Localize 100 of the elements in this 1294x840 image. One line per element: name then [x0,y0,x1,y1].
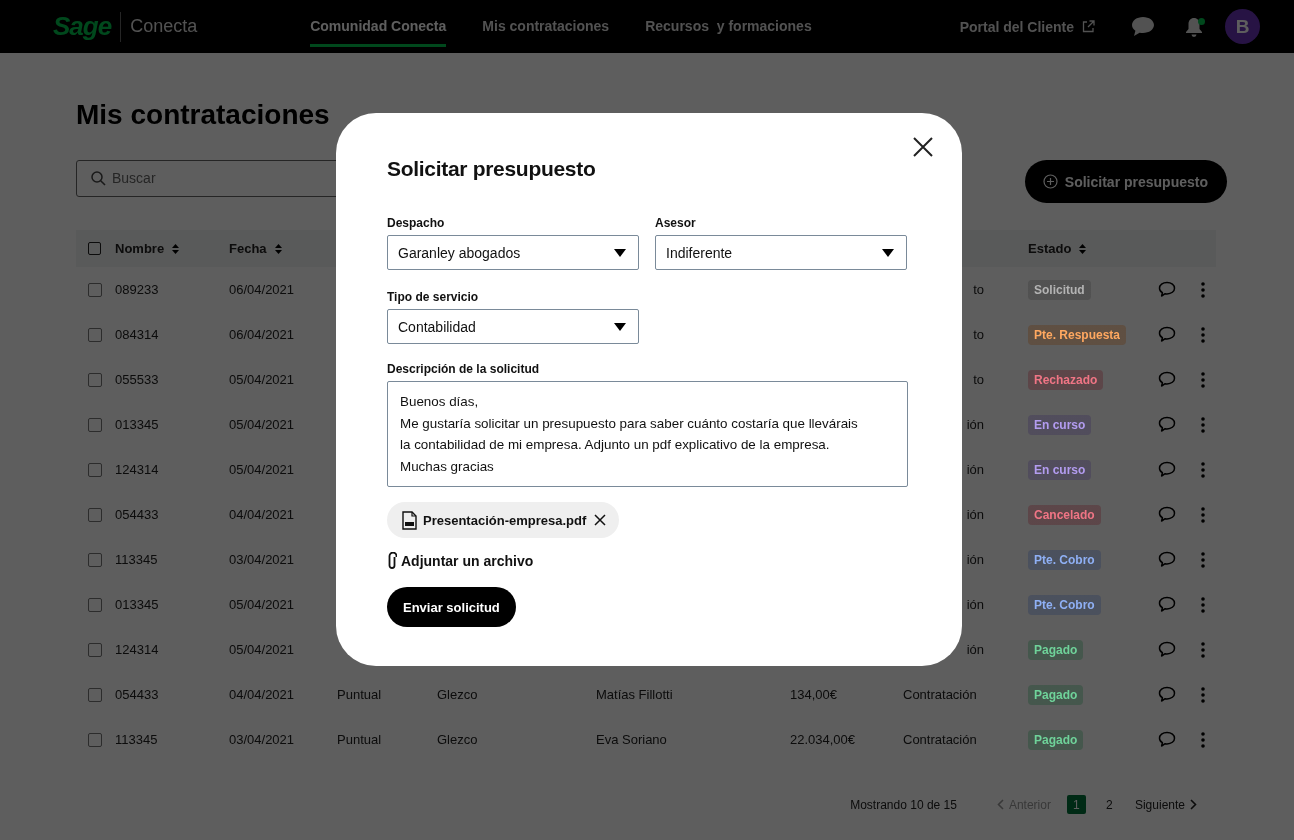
checkbox[interactable] [88,597,102,612]
table-cell-text: 06/04/2021 [229,282,296,297]
status-tag: Pte. Cobro [1028,549,1101,570]
request-quote-button[interactable]: Solicitar presupuesto [1024,160,1227,203]
table-cell: to [973,282,984,297]
chat-icon[interactable] [1158,641,1176,658]
table-cell-text: Matías Fillotti [596,687,674,702]
pdf-file-icon [402,510,417,530]
chat-icon[interactable] [1158,506,1176,523]
more-options-icon[interactable] [1201,326,1205,343]
sage-logo: Sage [53,11,112,42]
chat-icon[interactable] [1158,281,1176,298]
table-cell-text: Contratación [903,687,978,702]
select-field[interactable]: Indiferente [655,235,907,270]
checkbox[interactable] [88,642,102,657]
chat-icon[interactable] [1158,371,1176,388]
table-cell-text: 113345 [115,552,159,567]
next-link[interactable]: Siguiente [1134,797,1197,812]
checkbox[interactable] [88,732,102,747]
chat-icon[interactable] [1158,416,1176,433]
description-field[interactable]: Buenos días, Me gustaría solicitar un presupuesto para saber cuánto costaría que llevárais la contabilidad de mi empresa. Adjunto un pdf explicativo de la empresa. Muchas gracias [387,381,908,487]
table-cell: ión [966,417,984,432]
checkbox[interactable] [88,462,102,477]
checkbox[interactable] [88,687,102,702]
column-header[interactable]: Estado [1028,241,1158,256]
checkbox[interactable] [88,282,102,297]
table-cell-text: 22.034,00€ [790,732,857,747]
column-header[interactable]: Fecha [229,241,337,256]
checkbox[interactable] [88,242,101,255]
table-cell-text: Eva Soriano [596,732,668,747]
checkbox[interactable] [88,372,102,387]
table-cell-text: Puntual [337,732,383,747]
more-options-icon[interactable] [1201,371,1205,388]
attach-file-link[interactable]: Adjuntar un archivo [387,552,534,570]
chat-icon[interactable] [1158,326,1176,343]
external-link-icon [1082,20,1095,33]
table-cell: ión [966,552,984,567]
nav-tab[interactable]: Comunidad Conecta [310,5,447,47]
status-tag: Pagado [1028,684,1084,705]
close-icon [913,137,933,157]
checkbox[interactable] [88,552,102,567]
table-cell: ión [966,642,984,657]
chat-icon[interactable] [1158,731,1176,748]
more-options-icon[interactable] [1201,641,1205,658]
more-options-icon[interactable] [1201,281,1205,298]
table-cell-text: 013345 [115,597,160,612]
remove-attachment-button[interactable] [594,514,607,526]
field-label: Despacho [387,216,446,230]
more-options-icon[interactable] [1201,551,1205,568]
chat-icon[interactable] [1158,461,1176,478]
table-cell-text: Puntual [337,687,383,702]
portal-link[interactable]: Portal del Cliente [959,18,1095,35]
user-avatar[interactable]: B [1225,9,1260,44]
chat-icon[interactable] [1131,16,1155,37]
nav-tab[interactable]: Mis contrataciones [482,5,610,47]
table-cell-text: 04/04/2021 [229,687,296,702]
sort-icon [172,243,180,254]
more-options-icon[interactable] [1201,506,1205,523]
status-tag: Solicitud [1028,279,1091,300]
chevron-right-icon [1190,799,1197,810]
nav-tab[interactable]: Recursos y formaciones [645,5,812,47]
bell-icon[interactable] [1185,16,1203,37]
sort-icon [1079,243,1087,254]
table-cell: ión [966,462,984,477]
status-tag: Pte. Respuesta [1028,324,1127,345]
more-options-icon[interactable] [1201,686,1205,703]
column-header[interactable]: Nombre [115,241,229,256]
attachment-name: Presentación-empresa.pdf [423,512,587,528]
checkbox[interactable] [88,327,102,342]
table-cell: ión [966,597,984,612]
chat-icon[interactable] [1158,596,1176,613]
more-options-icon[interactable] [1201,416,1205,433]
table-cell-text: 03/04/2021 [229,552,296,567]
chat-icon[interactable] [1158,551,1176,568]
more-options-icon[interactable] [1201,461,1205,478]
table-cell-text: 04/04/2021 [229,507,296,522]
page-link[interactable]: 2 [1099,795,1119,814]
field-label: Asesor [655,216,697,230]
search-icon [91,170,106,186]
select-field[interactable]: Contabilidad [387,309,639,344]
paperclip-icon [387,552,397,570]
table-cell-text: 054433 [115,507,160,522]
table-cell-text: Contratación [903,732,978,747]
table-cell-text: 03/04/2021 [229,732,296,747]
table-cell-text: 05/04/2021 [229,462,296,477]
page-link[interactable]: 1 [1066,795,1086,814]
page-title: Mis contrataciones [76,99,331,131]
table-cell-text: Glezco [437,687,479,702]
checkbox[interactable] [88,417,102,432]
select-field[interactable]: Garanley abogados [387,235,639,270]
close-button[interactable] [913,137,933,157]
close-icon [594,514,607,526]
send-request-button[interactable]: Enviar solicitud [387,587,516,627]
table-cell-text: 124314 [115,642,160,657]
table-cell-text: 134,00€ [790,687,838,702]
more-options-icon[interactable] [1201,731,1205,748]
table-cell-text: 124314 [115,462,160,477]
chat-icon[interactable] [1158,686,1176,703]
more-options-icon[interactable] [1201,596,1205,613]
checkbox[interactable] [88,507,102,522]
